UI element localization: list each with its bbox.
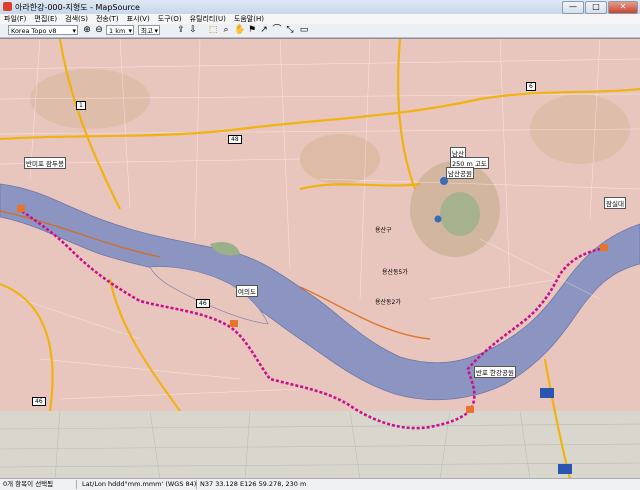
waypoint-label[interactable]: 반미포 잠두봉 [24,157,66,169]
waypoint-label[interactable]: 여의도 [236,285,258,297]
route-tool-icon[interactable]: ↗ [259,25,269,35]
map-view[interactable]: 반미포 잠두봉 여의도 반포 한강공원 잠실대 남산 250 m 고도 남산공원… [0,38,640,479]
hand-tool-icon[interactable]: ✋ [234,25,245,35]
minimize-button[interactable]: — [562,1,584,14]
maximize-button[interactable]: □ [585,1,607,14]
cursor-position: N37 33.128 E126 59.278, 230 m [200,480,307,488]
selection-status: 0개 항목이 선택됨 [3,480,54,488]
select-icon[interactable]: ⬚ [208,25,218,35]
detail-select[interactable]: 최고 [138,25,160,35]
map-canvas[interactable] [0,39,640,479]
highway-marker [558,464,572,474]
road-shield: 6 [526,82,536,91]
district-label: 용산구 [375,227,392,234]
menu-file[interactable]: 파일(F) [0,14,30,24]
position-format: Lat/Lon hddd°mm.mmm' (WGS 84) [82,480,197,488]
road-shield: 48 [228,135,242,144]
waypoint-label[interactable]: 반포 한강공원 [474,366,516,378]
map-product-select[interactable]: Korea Topo v8 [8,25,78,35]
district-label: 용산동2가 [375,299,401,306]
road-shield: 1 [76,101,86,110]
gps-receive-icon[interactable]: ⇩ [188,25,198,35]
menu-bar: 파일(F) 편집(E) 검색(S) 전송(T) 표시(V) 도구(O) 유틸리티… [0,14,640,24]
menu-edit[interactable]: 편집(E) [30,14,61,24]
status-divider [76,480,77,489]
road-shield: 46 [32,397,46,406]
ruler-icon[interactable]: ▭ [299,25,309,35]
hill-area [300,134,380,184]
zoom-tool-icon[interactable]: ⌕ [221,25,231,35]
hill-area-northwest [30,69,150,129]
scale-select[interactable]: 1 km [106,25,134,35]
menu-view[interactable]: 표시(V) [123,14,154,24]
status-bar: 0개 항목이 선택됨 Lat/Lon hddd°mm.mmm' (WGS 84)… [0,478,640,490]
menu-utilities[interactable]: 유틸리티(U) [186,14,230,24]
menu-transfer[interactable]: 전송(T) [92,14,123,24]
track-tool-icon[interactable]: ⌒ [272,25,282,35]
road-shield: 46 [196,299,210,308]
namsan-park [440,192,480,236]
waypoint-label[interactable]: 잠실대 [604,197,626,209]
highway-marker [540,388,554,398]
zoom-in-icon[interactable]: ⊕ [82,25,92,35]
district-label: 용산동5가 [382,269,408,276]
close-button[interactable]: ✕ [608,1,638,14]
waypoint-tool-icon[interactable]: ⚑ [247,25,257,35]
title-bar: 아라한강-000-지형도 - MapSource — □ ✕ [0,0,640,15]
menu-find[interactable]: 검색(S) [61,14,92,24]
window-title: 아라한강-000-지형도 - MapSource [15,3,140,12]
zoom-out-icon[interactable]: ⊖ [94,25,104,35]
toolbar: Korea Topo v8 ⊕ ⊖ 1 km 최고 ⇪ ⇩ ⬚ ⌕ ✋ ⚑ ↗ … [0,24,640,38]
window-controls: — □ ✕ [562,1,638,14]
app-icon [3,2,12,11]
measure-tool-icon[interactable]: ⤡ [285,25,295,35]
status-divider [196,480,197,489]
gps-send-icon[interactable]: ⇪ [176,25,186,35]
poi-label[interactable]: 남산공원 [446,167,474,179]
menu-help[interactable]: 도움말(H) [230,14,268,24]
menu-tools[interactable]: 도구(O) [154,14,186,24]
